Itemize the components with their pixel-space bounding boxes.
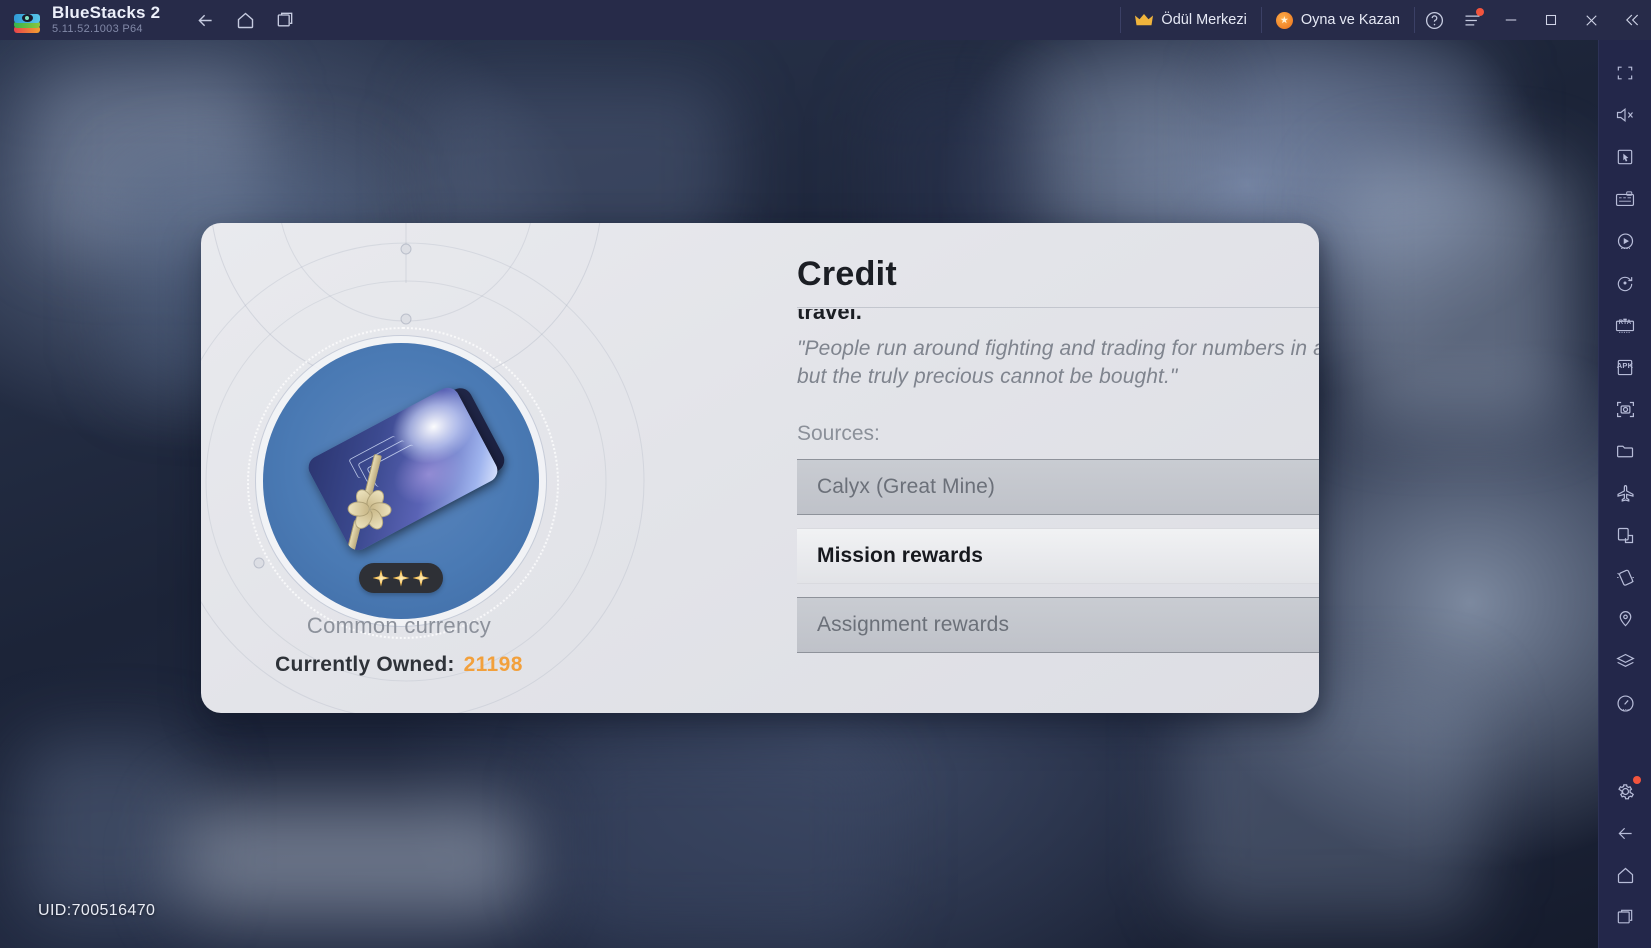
rta-icon[interactable]: RTA — [1605, 304, 1645, 346]
four-point-star-icon — [372, 569, 390, 587]
four-point-star-icon — [392, 569, 410, 587]
item-detail-pane: Credit travel. "People run around fighti… — [597, 223, 1319, 713]
rotate-icon[interactable] — [1605, 262, 1645, 304]
item-subtitle: Common currency — [306, 613, 492, 638]
apk-icon[interactable]: APK — [1605, 346, 1645, 388]
play-and-earn-label: Oyna ve Kazan — [1300, 12, 1400, 28]
chevrons-left-icon[interactable] — [1611, 0, 1651, 40]
bg-blur-shape — [1340, 160, 1570, 420]
sources-label: Sources: — [797, 422, 880, 445]
credit-cards-art — [299, 383, 509, 565]
source-label: Calyx (Great Mine) — [817, 475, 996, 498]
play-and-earn-button[interactable]: Oyna ve Kazan — [1262, 0, 1414, 40]
currently-owned-label: Currently Owned: — [275, 653, 455, 676]
maximize-icon[interactable] — [1531, 0, 1571, 40]
item-detail-modal: Common currency Currently Owned: 21198 Cr… — [201, 223, 1319, 713]
bluestacks-logo-icon — [12, 5, 42, 35]
close-icon[interactable] — [1571, 0, 1611, 40]
crown-icon — [1135, 13, 1154, 27]
gauge-icon[interactable] — [1605, 682, 1645, 724]
uid-label: UID:700516470 — [38, 902, 156, 919]
gold-flower-emblem — [337, 476, 399, 538]
speaker-mute-icon[interactable] — [1605, 94, 1645, 136]
fullscreen-icon[interactable] — [1605, 52, 1645, 94]
description-scroll-area[interactable]: travel. "People run around fighting and … — [797, 309, 1319, 689]
clipped-description-line: travel. — [797, 309, 862, 324]
reward-center-label: Ödül Merkezi — [1161, 12, 1247, 28]
titlebar-nav-buttons — [188, 5, 302, 35]
source-row-calyx-great-mine[interactable]: Calyx (Great Mine) — [797, 459, 1319, 515]
item-quote: "People run around fighting and trading … — [797, 337, 1319, 389]
side-toolbar: RTA APK — [1598, 40, 1651, 948]
bluestacks-window: UID:700516470 Common currency Currently … — [0, 0, 1651, 948]
coin-icon — [1275, 11, 1293, 29]
hamburger-menu-icon[interactable] — [1453, 0, 1491, 40]
source-row-mission-rewards[interactable]: Mission rewards — [797, 528, 1319, 584]
windows-icon[interactable] — [268, 5, 302, 35]
keymapping-icon[interactable] — [1605, 178, 1645, 220]
source-label: Mission rewards — [817, 544, 984, 567]
four-point-star-icon — [412, 569, 430, 587]
recents-icon[interactable] — [1605, 896, 1645, 938]
home-icon[interactable] — [228, 5, 262, 35]
source-row-assignment-rewards[interactable]: Assignment rewards — [797, 597, 1319, 653]
camera-icon[interactable] — [1605, 388, 1645, 430]
shake-icon[interactable] — [1605, 556, 1645, 598]
item-preview-pane: Common currency Currently Owned: 21198 — [201, 223, 597, 713]
bg-blur-shape — [560, 740, 880, 940]
app-version: 5.11.52.1003 P64 — [52, 23, 143, 36]
arrow-left-icon[interactable] — [1605, 812, 1645, 854]
notification-badge — [1476, 8, 1484, 16]
bg-blur-shape — [20, 740, 200, 920]
app-name: BlueStacks 2 — [52, 3, 161, 23]
question-circle-icon[interactable] — [1415, 0, 1453, 40]
home-icon[interactable] — [1605, 854, 1645, 896]
rarity-stars — [359, 563, 443, 593]
location-pin-icon[interactable] — [1605, 598, 1645, 640]
source-label: Assignment rewards — [817, 613, 1010, 636]
arrow-left-icon[interactable] — [188, 5, 222, 35]
titlebar-right: Ödül Merkezi Oyna ve Kazan — [1120, 0, 1651, 40]
play-record-icon[interactable] — [1605, 220, 1645, 262]
pip-icon[interactable] — [1605, 514, 1645, 556]
window-controls — [1491, 0, 1651, 40]
currently-owned-value: 21198 — [463, 653, 523, 676]
currently-owned-row: Currently Owned: 21198 — [201, 653, 597, 677]
reward-center-button[interactable]: Ödül Merkezi — [1121, 0, 1260, 40]
airplane-icon[interactable] — [1605, 472, 1645, 514]
folder-icon[interactable] — [1605, 430, 1645, 472]
app-identity: BlueStacks 2 5.11.52.1003 P64 — [52, 4, 160, 35]
item-subtitle-wrap: Common currency — [201, 613, 597, 639]
notification-badge — [1633, 776, 1641, 784]
page-title: Credit — [797, 255, 898, 293]
bg-blur-shape — [180, 800, 530, 920]
cursor-box-icon[interactable] — [1605, 136, 1645, 178]
title-divider — [797, 307, 1319, 308]
sources-list: Calyx (Great Mine) Mission rewards Assig… — [797, 459, 1319, 666]
titlebar: BlueStacks 2 5.11.52.1003 P64 Ödül Merke… — [0, 0, 1651, 40]
layers-icon[interactable] — [1605, 640, 1645, 682]
gear-icon[interactable] — [1605, 770, 1645, 812]
bg-blur-shape — [1020, 60, 1210, 230]
minimize-icon[interactable] — [1491, 0, 1531, 40]
